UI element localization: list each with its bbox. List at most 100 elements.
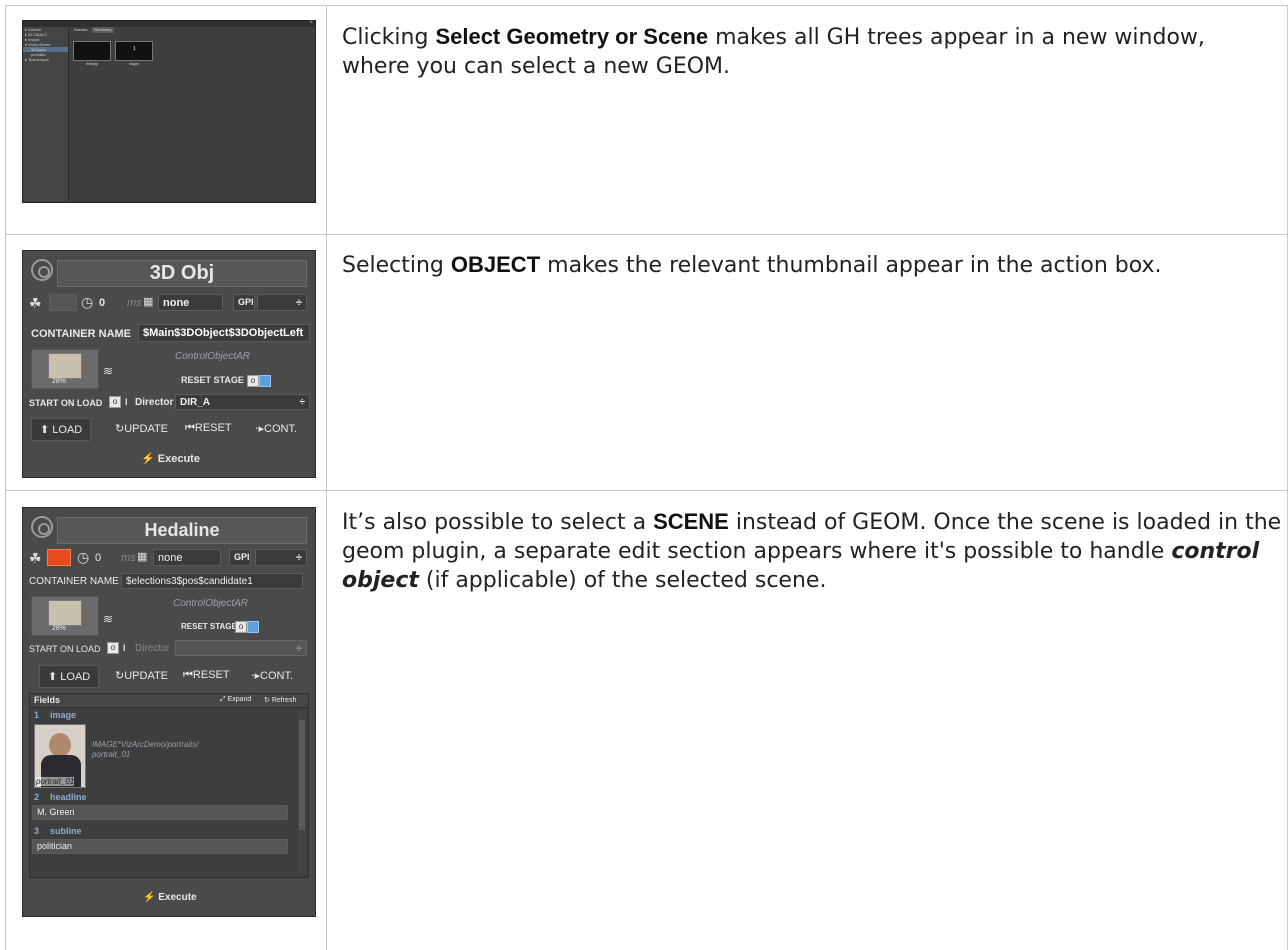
load-button[interactable]: ⬆ LOAD <box>31 418 92 441</box>
plugin-hex-icon[interactable] <box>31 259 53 281</box>
layout-icon: ▦ <box>137 551 148 563</box>
duration-unit: ms <box>121 552 136 564</box>
container-name-field[interactable]: $elections3$pos$candidate1 <box>121 573 303 589</box>
refresh-icon: ↻ <box>115 423 125 435</box>
panel-3d-obj: 3D Obj ☘ ◷ 0 ms ▦ none GPI ÷ CONTAINER N… <box>22 250 316 478</box>
reset-stage-on[interactable] <box>259 375 271 387</box>
refresh-icon: ↻ <box>264 697 270 704</box>
tab-scenes[interactable]: Scenes <box>72 27 89 33</box>
gpi-label: GPI <box>229 549 251 566</box>
continue-icon: ⋅▸ <box>255 423 265 435</box>
tile-glyph: 1 <box>133 46 136 52</box>
reset-stage-off[interactable]: o <box>247 375 259 387</box>
director-label: Director <box>135 397 174 408</box>
reset-stage-off[interactable]: o <box>235 621 247 633</box>
fields-label: Fields <box>34 695 61 705</box>
portrait-face <box>49 733 71 757</box>
scene-tile[interactable]: 1 <box>115 41 153 61</box>
continue-button[interactable]: ⋅▸CONT. <box>255 422 297 435</box>
container-name-label: CONTAINER NAME <box>29 576 119 587</box>
palette-icon[interactable]: ☘ <box>29 295 42 312</box>
director-select[interactable]: DIR_A ÷ <box>175 394 310 410</box>
layout-icon: ▦ <box>143 296 154 308</box>
row-2-description: Selecting OBJECT makes the relevant thum… <box>342 252 1162 278</box>
duration-value[interactable]: 0 <box>99 297 105 309</box>
thumbnail-caption: 28% <box>52 378 67 385</box>
fields-header: Fields ⤢ Expand ↻ Refresh <box>30 694 308 708</box>
stack-icon: ≋ <box>103 612 114 626</box>
object-thumbnail[interactable]: 28% <box>31 349 99 389</box>
expand-button[interactable]: ⤢ Expand <box>220 696 251 704</box>
start-on-load-label: START ON LOAD <box>29 644 101 654</box>
column-divider <box>326 5 327 950</box>
row-divider <box>5 5 1288 6</box>
expand-icon: ⤢ <box>220 696 226 703</box>
duration-unit: ms <box>127 297 142 309</box>
control-object-label: ControlObjectAR <box>175 351 251 362</box>
refresh-icon: ↻ <box>115 670 125 682</box>
container-name-field[interactable]: $Main$3DObject$3DObjectLeft <box>138 324 310 342</box>
continue-button[interactable]: ⋅▸CONT. <box>251 669 293 682</box>
scene-tile[interactable] <box>73 41 111 61</box>
start-on-load-on[interactable]: I <box>123 643 126 653</box>
close-icon[interactable]: × <box>309 20 313 26</box>
tile-caption: skype <box>129 62 139 66</box>
tab-geometry[interactable]: Geometry <box>92 27 114 33</box>
layout-field[interactable]: none <box>158 294 223 311</box>
row-1-description: Clicking Select Geometry or Scene makes … <box>342 24 1205 79</box>
row-divider <box>5 234 1288 235</box>
upload-icon: ⬆ <box>48 671 58 683</box>
gpi-select[interactable]: ÷ <box>257 294 307 311</box>
execute-button[interactable]: ⚡ Execute <box>141 452 200 465</box>
panel-title[interactable]: 3D Obj <box>57 260 307 287</box>
field-2-name: headline <box>50 792 87 802</box>
start-on-load-off[interactable]: o <box>109 396 121 408</box>
tile-caption: embpty <box>86 62 98 66</box>
rewind-icon: ⏮ <box>185 422 195 434</box>
object-thumbnail[interactable]: 28% <box>31 596 99 636</box>
browser-tabs: Scenes Geometry <box>70 27 315 33</box>
rewind-icon: ⏮ <box>183 669 193 681</box>
continue-icon: ⋅▸ <box>251 670 261 682</box>
field-2-number: 2 <box>34 792 40 802</box>
fields-scrollbar[interactable] <box>298 710 306 872</box>
headline-input[interactable]: M. Green <box>32 805 288 820</box>
tree-item[interactable]: ▸ TeamLogos <box>23 57 68 62</box>
reset-button[interactable]: ⏮RESET <box>185 422 232 435</box>
field-3-name: subline <box>50 826 82 836</box>
start-on-load-off[interactable]: o <box>107 642 119 654</box>
subline-input[interactable]: politician <box>32 839 288 854</box>
reset-button[interactable]: ⏮RESET <box>183 669 230 682</box>
layout-field[interactable]: none <box>153 549 221 566</box>
field-3-number: 3 <box>34 826 40 836</box>
duration-value[interactable]: 0 <box>95 552 101 564</box>
clock-icon: ◷ <box>81 294 94 310</box>
color-swatch[interactable] <box>49 294 77 311</box>
scrollbar-thumb[interactable] <box>299 720 305 830</box>
plugin-hex-icon[interactable] <box>31 516 53 538</box>
portrait-image[interactable]: portrait_01 <box>34 724 86 788</box>
palette-icon[interactable]: ☘ <box>29 550 42 567</box>
fields-section: Fields ⤢ Expand ↻ Refresh 1 image portra… <box>29 693 309 878</box>
color-swatch[interactable] <box>47 549 71 566</box>
director-select[interactable]: ÷ <box>175 640 307 656</box>
reset-stage-label: RESET STAGE <box>181 622 237 631</box>
update-button[interactable]: ↻UPDATE <box>115 669 168 682</box>
field-1-name: image <box>50 710 77 720</box>
panel-hedaline: Hedaline ☘ ◷ 0 ms ▦ none GPI ÷ CONTAINER… <box>22 507 316 917</box>
reset-stage-on[interactable] <box>247 621 259 633</box>
stack-icon: ≋ <box>103 364 114 378</box>
row-3-description: It’s also possible to select a SCENE ins… <box>342 509 1282 593</box>
folder-tree: ▸ Default ▸ GLOBALS ▸ Import ▾ VizArcDem… <box>23 27 69 202</box>
load-button[interactable]: ⬆ LOAD <box>39 665 100 688</box>
update-button[interactable]: ↻UPDATE <box>115 422 168 435</box>
refresh-button[interactable]: ↻ Refresh <box>264 696 296 704</box>
control-object-label: ControlObjectAR <box>173 598 249 609</box>
portrait-caption: portrait_01 <box>36 777 75 786</box>
scene-browser-window: × ▸ Default ▸ GLOBALS ▸ Import ▾ VizArcD… <box>22 20 316 203</box>
panel-title[interactable]: Hedaline <box>57 517 307 544</box>
execute-button[interactable]: ⚡ Execute <box>143 892 197 903</box>
start-on-load-on[interactable]: I <box>125 397 128 407</box>
thumbnail-image <box>48 600 82 626</box>
gpi-select[interactable]: ÷ <box>255 549 307 566</box>
